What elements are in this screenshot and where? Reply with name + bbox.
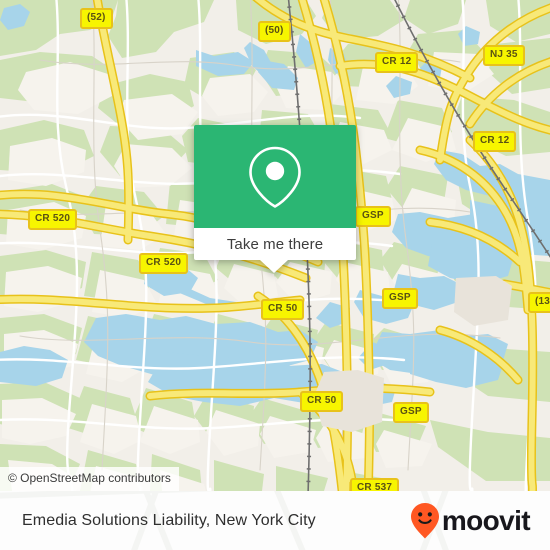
road-shield: CR 12 bbox=[375, 52, 419, 73]
road-shield: GSP bbox=[393, 402, 429, 423]
take-me-there-label: Take me there bbox=[226, 235, 324, 253]
footer-bar: Emedia Solutions Liability, New York Cit… bbox=[0, 491, 550, 550]
road-shield: CR 520 bbox=[28, 209, 78, 230]
road-shield: CR 12 bbox=[473, 131, 517, 152]
road-shield: GSP bbox=[382, 288, 418, 309]
road-shield: GSP bbox=[355, 206, 391, 227]
moovit-wordmark: moovit bbox=[441, 504, 531, 536]
location-callout-card[interactable]: Take me there bbox=[194, 125, 356, 273]
moovit-map-share-card: .grn{fill:#cfe2b5} .wtr{fill:#a7d4ea} .b… bbox=[0, 0, 550, 550]
map-pin-icon bbox=[249, 146, 301, 208]
card-pointer-tail bbox=[260, 260, 288, 273]
osm-attribution[interactable]: © OpenStreetMap contributors bbox=[0, 467, 179, 491]
card-action-bar[interactable]: Take me there bbox=[194, 228, 356, 260]
road-shield: CR 537 bbox=[350, 478, 400, 491]
road-shield: CR 520 bbox=[139, 253, 189, 274]
road-shield: (13 bbox=[528, 292, 550, 313]
place-title: Emedia Solutions Liability, New York Cit… bbox=[22, 511, 316, 529]
moovit-smiley-pin-icon bbox=[410, 502, 439, 538]
road-shield: (52) bbox=[80, 8, 113, 29]
road-shield: (50) bbox=[258, 21, 291, 42]
road-shield: CR 50 bbox=[261, 299, 305, 320]
moovit-logo[interactable]: moovit bbox=[410, 491, 531, 550]
road-shield: NJ 35 bbox=[483, 45, 525, 66]
road-shield: CR 50 bbox=[300, 391, 344, 412]
card-pin-area bbox=[194, 125, 356, 228]
